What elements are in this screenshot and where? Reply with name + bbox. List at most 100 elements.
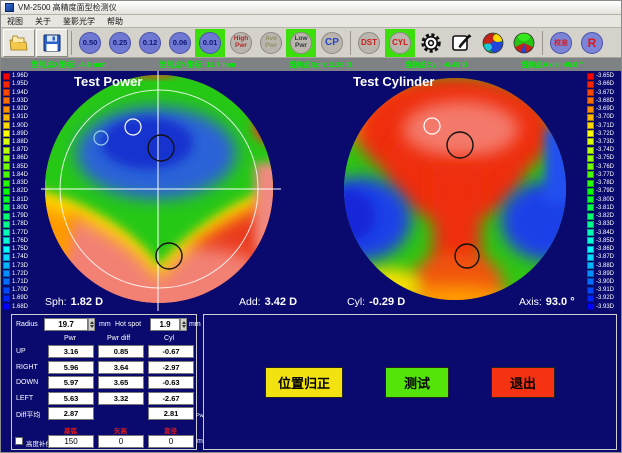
cyl-value: -2.97 (148, 361, 194, 374)
action-panel: 位置归正 测试 退出 (203, 314, 617, 450)
scale-entry: -3.92D (587, 294, 619, 302)
scale-entry: -3.80D (587, 196, 619, 204)
scale-color-chip (3, 130, 10, 137)
scale-label: -3.78D (596, 180, 614, 186)
scale-color-chip (587, 163, 594, 170)
sector-map-icon (513, 32, 535, 54)
edit-button[interactable] (447, 29, 477, 57)
precision-button-0.12[interactable]: 0.12 (135, 29, 165, 57)
cp-button[interactable]: CP (317, 29, 347, 57)
scale-color-chip (587, 171, 594, 178)
precision-label: 0.50 (79, 32, 101, 54)
precision-button-0.06[interactable]: 0.06 (165, 29, 195, 57)
sph-reading: Sph:1.82 D (45, 296, 103, 308)
add-reading: Add:3.42 D (239, 296, 297, 308)
power-mode-button-2[interactable]: Low Pwr (286, 29, 316, 57)
open-file-button[interactable] (3, 29, 35, 57)
scale-color-chip (587, 278, 594, 285)
test-button[interactable]: 测试 (385, 367, 449, 398)
scale-label: -3.83D (596, 221, 614, 227)
scale-entry: -3.87D (587, 253, 619, 261)
scale-color-chip (587, 303, 594, 310)
scale-entry: 1.93D (3, 97, 35, 105)
menu-item-1[interactable]: 关于 (35, 16, 51, 27)
scale-label: -3.70D (596, 114, 614, 120)
precision-button-0.01[interactable]: 0.01 (195, 29, 225, 57)
scale-entry: 1.84D (3, 171, 35, 179)
scale-color-chip (3, 196, 10, 203)
save-button[interactable] (36, 29, 68, 57)
scale-entry: 1.92D (3, 105, 35, 113)
menu-item-2[interactable]: 鉴影光学 (63, 16, 95, 27)
scale-color-chip (3, 122, 10, 129)
scale-entry: 1.70D (3, 286, 35, 294)
col-header-cyl: Cyl (164, 335, 174, 342)
scale-entry: -3.68D (587, 97, 619, 105)
scale-entry: -3.86D (587, 245, 619, 253)
scale-entry: -3.69D (587, 105, 619, 113)
scale-color-chip (587, 188, 594, 195)
app-window: VM-2500 高精度面型检测仪 视图 关于 鉴影光学 帮助 0.500.250.12… (0, 0, 622, 453)
power-mode-button-1[interactable]: Ave Pwr (256, 29, 286, 57)
radius-input[interactable] (44, 318, 88, 331)
scale-entry: 1.90D (3, 121, 35, 129)
scale-label: 1.71D (12, 279, 28, 285)
scale-color-chip (3, 81, 10, 88)
cp-label: CP (325, 37, 339, 48)
r-label: R (588, 36, 597, 50)
power-map-view-button[interactable] (478, 29, 508, 57)
precision-label: 0.01 (199, 32, 221, 54)
status-bar: 当前点X坐标: -4.9 mm当前点Y坐标: 11.7 mm当前点Sph: 2.… (1, 58, 621, 71)
menu-item-3[interactable]: 帮助 (107, 16, 123, 27)
scale-color-chip (587, 122, 594, 129)
precision-button-0.25[interactable]: 0.25 (105, 29, 135, 57)
precision-label: 0.12 (139, 32, 161, 54)
scale-label: -3.71D (596, 123, 614, 129)
comp-header-base-curve: 基弧 (64, 425, 77, 435)
table-row-right: RIGHT5.963.64-2.97 (12, 361, 196, 375)
scale-entry: 1.75D (3, 245, 35, 253)
comp-sag-input[interactable] (98, 435, 144, 448)
cylinder-map-view-button[interactable] (509, 29, 539, 57)
pwr-diff-value: 3.65 (98, 376, 144, 389)
scale-label: 1.86D (12, 155, 28, 161)
scale-label: 1.78D (12, 221, 28, 227)
window-title: VM-2500 高精度面型检测仪 (18, 2, 117, 13)
radius-spinner[interactable] (88, 318, 95, 331)
dst-button[interactable]: DST (354, 29, 384, 57)
scale-color-chip (587, 213, 594, 220)
position-reset-button[interactable]: 位置归正 (265, 367, 343, 398)
avg-label: Diff平均 (16, 410, 40, 420)
toolbar-divider (542, 31, 543, 55)
hotspot-input[interactable] (150, 318, 180, 331)
power-mode-circle: Low Pwr (290, 32, 312, 54)
precision-button-0.50[interactable]: 0.50 (75, 29, 105, 57)
power-mode-button-0[interactable]: High Pwr (226, 29, 256, 57)
exit-button[interactable]: 退出 (491, 367, 555, 398)
scale-entry: 1.72D (3, 270, 35, 278)
scale-color-chip (3, 204, 10, 211)
cylinder-map[interactable] (339, 71, 573, 316)
scale-entry: 1.85D (3, 163, 35, 171)
cyl-button[interactable]: CYL (385, 29, 415, 57)
scale-entry: -3.66D (587, 80, 619, 88)
comp-diameter-input[interactable] (148, 435, 194, 448)
scale-label: 1.75D (12, 246, 28, 252)
menu-item-0[interactable]: 视图 (7, 16, 23, 27)
calibrate-button[interactable]: 校准 (546, 29, 576, 57)
cyl-label: Cyl: (347, 296, 365, 308)
scale-label: -3.76D (596, 164, 614, 170)
scale-color-chip (587, 287, 594, 294)
scale-color-chip (3, 246, 10, 253)
toolbar-divider (350, 31, 351, 55)
scale-entry: 1.96D (3, 72, 35, 80)
hotspot-spinner[interactable] (180, 318, 187, 331)
toolbar: 0.500.250.120.060.01 High PwrAve PwrLow … (1, 28, 621, 58)
comp-base-curve-input[interactable] (48, 435, 94, 448)
scale-color-chip (587, 89, 594, 96)
scale-label: 1.76D (12, 238, 28, 244)
settings-button[interactable] (416, 29, 446, 57)
r-button[interactable]: R (577, 29, 607, 57)
height-comp-checkbox[interactable] (15, 437, 23, 445)
power-map[interactable] (41, 71, 281, 316)
